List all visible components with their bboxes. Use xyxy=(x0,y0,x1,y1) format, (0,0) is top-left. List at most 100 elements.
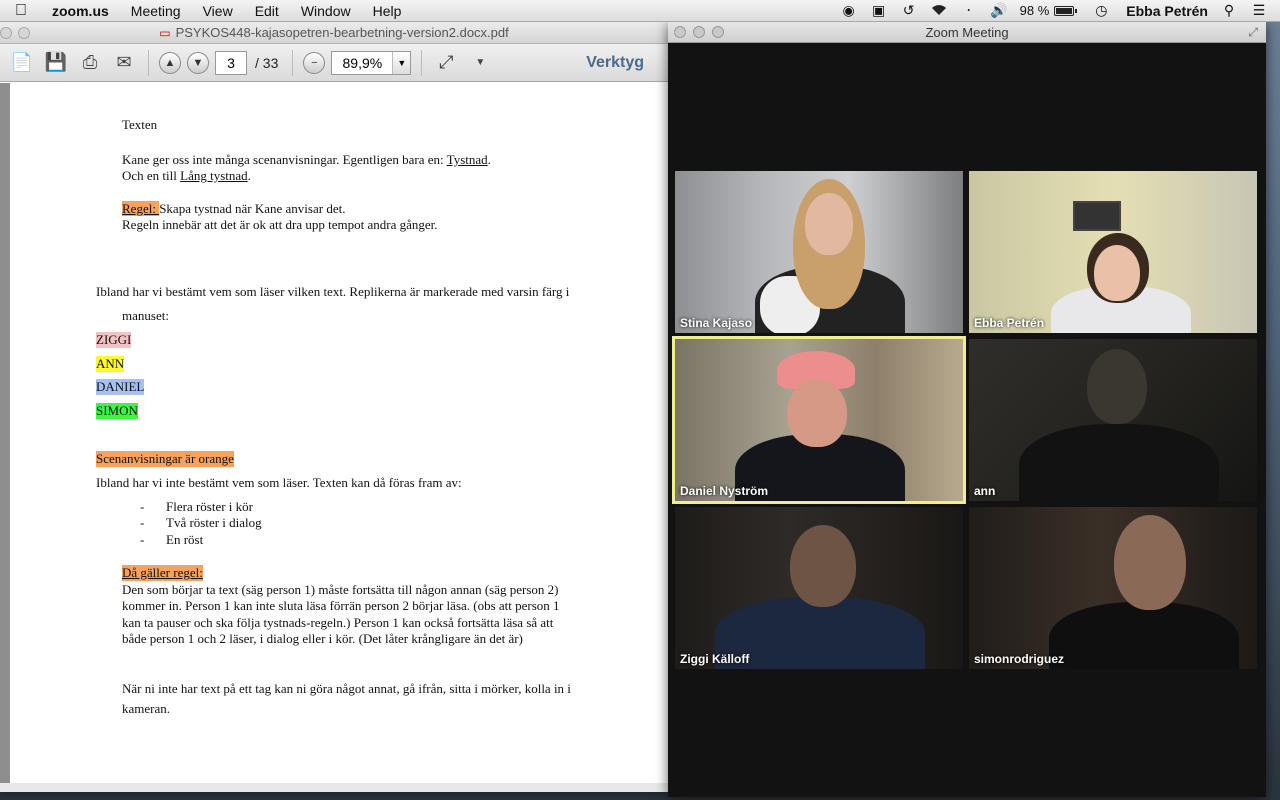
text-line: Regeln innebär att det är ok att dra upp… xyxy=(122,217,438,232)
participant-silhouette xyxy=(805,193,853,255)
bullet-dash: - xyxy=(140,499,145,514)
text-line: När ni inte har text på ett tag kan ni g… xyxy=(122,681,571,696)
toolbar-menu-icon[interactable]: ▼ xyxy=(466,50,494,76)
zoom-value: 89,9% xyxy=(342,54,383,71)
app-menu[interactable]: zoom.us xyxy=(42,3,120,19)
menu-edit[interactable]: Edit xyxy=(244,3,290,19)
record-icon[interactable]: ◉ xyxy=(840,2,858,19)
battery-status[interactable]: 98 % xyxy=(1019,3,1078,18)
menu-bar:  zoom.us Meeting View Edit Window Help … xyxy=(0,0,1280,22)
participant-name: Ebba Petrén xyxy=(974,316,1045,330)
participant-silhouette xyxy=(1019,424,1219,501)
video-tile[interactable]: Ebba Petrén xyxy=(969,171,1257,333)
list-item: Flera röster i kör xyxy=(166,499,254,514)
text-span: . xyxy=(487,152,491,167)
close-window-button[interactable] xyxy=(674,26,686,38)
toolbar-divider xyxy=(148,49,149,76)
pdf-document-title: PSYKOS448-kajasopetren-bearbetning-versi… xyxy=(175,25,509,40)
text-span: Skapa tystnad när Kane anvisar det. xyxy=(159,201,346,216)
underlined-word: Lång tystnad xyxy=(180,168,248,183)
video-tile[interactable]: Stina Kajaso xyxy=(675,171,963,333)
save-icon[interactable]: 💾 xyxy=(42,50,70,76)
video-tile-active-speaker[interactable]: Daniel Nyström xyxy=(672,336,966,504)
zoom-window-button[interactable] xyxy=(712,26,724,38)
close-window-button[interactable] xyxy=(0,27,12,39)
menu-help[interactable]: Help xyxy=(362,3,413,19)
toolbar-divider xyxy=(292,49,294,76)
role-ziggi: ZIGGI xyxy=(96,332,132,348)
menu-meeting[interactable]: Meeting xyxy=(120,3,192,19)
text-line: kommer in. Person 1 kan inte sluta läsa … xyxy=(122,598,560,613)
minimize-window-button[interactable] xyxy=(693,26,705,38)
create-pdf-icon[interactable]: 📄 xyxy=(8,50,36,76)
list-item: Två röster i dialog xyxy=(166,515,262,530)
video-tile[interactable]: Ziggi Källoff xyxy=(675,507,963,669)
rule-heading: Då gäller regel: xyxy=(122,565,203,581)
page-number-input[interactable]: 3 xyxy=(215,50,247,75)
bullet-dash: - xyxy=(140,532,145,547)
tools-button[interactable]: Verktyg xyxy=(586,54,644,72)
participant-silhouette xyxy=(787,379,847,447)
participant-silhouette xyxy=(1114,515,1186,610)
previous-page-button[interactable]: ▲ xyxy=(159,51,181,74)
role-daniel: DANIEL xyxy=(96,379,145,395)
zoom-window-title: Zoom Meeting xyxy=(925,24,1009,40)
pdf-reader-window: ▭ PSYKOS448-kajasopetren-bearbetning-ver… xyxy=(0,22,668,792)
menu-window[interactable]: Window xyxy=(290,3,362,19)
print-icon[interactable]: ⎙ xyxy=(76,50,104,76)
apple-menu-icon[interactable]:  xyxy=(0,2,42,20)
pdf-toolbar: 📄 💾 ⎙ ✉ ▲ ▼ 3 / 33 − 89,9% ▼ ⤢ ▼ Verktyg xyxy=(0,44,668,82)
participant-name: simonrodriguez xyxy=(974,652,1065,666)
notification-center-icon[interactable]: ☰ xyxy=(1250,2,1268,19)
spotlight-search-icon[interactable]: ⚲ xyxy=(1220,2,1238,19)
zoom-meeting-window: Zoom Meeting ⤢ Stina Kajaso Ebba Petrén … xyxy=(668,22,1266,797)
clock-icon[interactable]: ◷ xyxy=(1092,2,1110,19)
text-line: kameran. xyxy=(122,701,171,716)
pdf-file-icon: ▭ xyxy=(159,25,171,40)
underlined-word: Tystnad xyxy=(446,152,488,167)
participant-name: ann xyxy=(974,484,996,498)
text-line: Och en till Lång tystnad. xyxy=(122,168,251,184)
pdf-page: Texten Kane ger oss inte många scenanvis… xyxy=(10,83,668,783)
email-icon[interactable]: ✉ xyxy=(110,50,138,76)
toolbar-divider xyxy=(421,49,423,76)
pdf-sidebar xyxy=(0,83,10,783)
chevron-down-icon[interactable]: ▼ xyxy=(392,51,411,74)
participant-silhouette xyxy=(790,525,856,607)
battery-level-fill xyxy=(1056,7,1072,14)
text-line: Texten xyxy=(122,117,158,132)
pdf-content-area[interactable]: Texten Kane ger oss inte många scenanvis… xyxy=(0,83,668,792)
participant-name: Ziggi Källoff xyxy=(680,652,750,666)
menu-view[interactable]: View xyxy=(192,3,244,19)
zoom-out-button[interactable]: − xyxy=(303,51,326,74)
video-tile[interactable]: ann xyxy=(969,339,1257,501)
battery-icon xyxy=(1054,5,1078,16)
fullscreen-icon[interactable]: ⤢ xyxy=(1248,25,1258,40)
fit-page-icon[interactable]: ⤢ xyxy=(432,50,460,76)
text-line: kan ta pauser och ska följa tystnads-reg… xyxy=(122,615,554,630)
text-line: manuset: xyxy=(122,308,169,323)
pdf-titlebar[interactable]: ▭ PSYKOS448-kajasopetren-bearbetning-ver… xyxy=(0,22,668,44)
zoom-select[interactable]: 89,9% ▼ xyxy=(331,50,412,75)
video-tile[interactable]: simonrodriguez xyxy=(969,507,1257,669)
role-simon: SIMON xyxy=(96,403,138,419)
screen-icon[interactable]: ▣ xyxy=(870,2,888,19)
text-line: Ibland har vi inte bestämt vem som läser… xyxy=(96,475,462,490)
text-line: både person 1 och 2 läser, i dialog elle… xyxy=(122,631,523,646)
participant-name: Stina Kajaso xyxy=(680,316,753,330)
minimize-window-button[interactable] xyxy=(18,27,30,39)
next-page-button[interactable]: ▼ xyxy=(187,51,209,74)
user-name[interactable]: Ebba Petrén xyxy=(1126,3,1208,19)
participant-silhouette xyxy=(1094,245,1140,301)
text-span: Och en till xyxy=(122,168,181,183)
rule-label: Regel: xyxy=(122,201,160,216)
battery-percent: 98 % xyxy=(1019,3,1050,18)
role-ann: ANN xyxy=(96,356,125,372)
zoom-titlebar[interactable]: Zoom Meeting ⤢ xyxy=(668,22,1266,43)
bluetooth-icon[interactable]: ᛫ xyxy=(960,3,978,19)
time-machine-icon[interactable]: ↺ xyxy=(900,2,918,19)
wifi-icon[interactable] xyxy=(930,3,948,19)
wall-picture xyxy=(1073,201,1121,231)
participant-silhouette xyxy=(1087,349,1147,424)
volume-icon[interactable]: 🔊 xyxy=(990,2,1008,19)
